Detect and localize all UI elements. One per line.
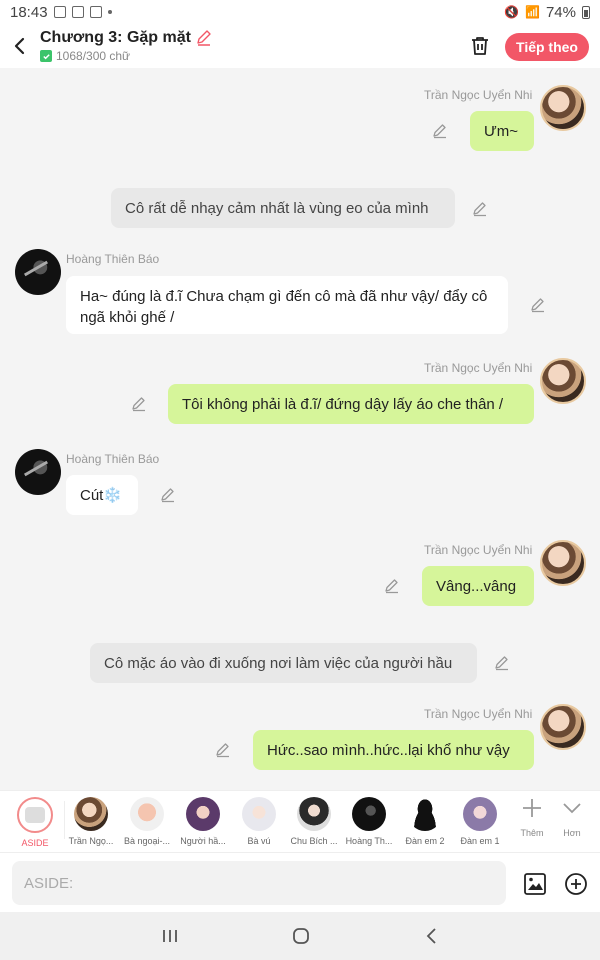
message-bubble[interactable]: Cút❄️ [66,475,138,515]
battery-icon [582,5,590,19]
mute-icon: 🔇 [504,5,520,19]
sender-name: Trần Ngọc Uyển Nhi [424,543,533,557]
character-item[interactable]: Người hầ... [175,797,231,846]
edit-message-icon[interactable] [472,201,488,217]
more-label: Hơn [563,828,581,838]
character-item[interactable]: Đàn em 2 [397,797,453,846]
message-bubble[interactable]: Vâng...vâng [422,566,534,606]
character-name: Hoàng Th... [345,836,393,846]
status-time: 18:43 [10,3,48,21]
app-notification-icon [89,6,102,18]
edit-message-icon[interactable] [131,396,147,412]
back-icon [426,928,436,944]
recent-apps-icon [163,930,177,942]
battery-level: 74% [545,3,576,21]
sender-name: Hoàng Thiên Báo [66,452,160,466]
edit-message-icon[interactable] [494,655,510,671]
character-item[interactable]: Đàn em 1 [452,797,508,846]
status-bar: 18:43 🔇 📶 74% [0,0,600,24]
home-icon [293,928,309,944]
add-character-button[interactable]: Thêm [512,797,552,838]
system-nav-bar [0,912,600,960]
recent-apps-button[interactable] [158,924,182,948]
avatar [186,797,220,831]
chevron-down-icon [563,803,581,814]
character-name: ASIDE [21,838,49,848]
character-item[interactable]: Trần Ngọ... [63,797,119,846]
character-name: Người hầ... [180,836,226,846]
edit-message-icon[interactable] [160,487,176,503]
next-button[interactable]: Tiếp theo [505,33,589,61]
character-item[interactable]: Bà vú [231,797,287,846]
image-icon [524,873,546,895]
character-item[interactable]: Chu Bích ... [286,797,342,846]
system-back-button[interactable] [420,924,444,948]
avatar [352,797,386,831]
character-name: Bà ngoại-... [123,836,171,846]
edit-title-icon[interactable] [195,29,213,47]
input-bar [0,852,600,912]
character-name: Chu Bích ... [290,836,338,846]
back-button[interactable] [0,24,40,68]
word-count: 1068/300 chữ [56,49,131,63]
chapter-header: Chương 3: Gặp mặt 1068/300 chữ Tiếp theo [0,24,600,68]
add-label: Thêm [520,828,544,838]
avatar [297,797,331,831]
sender-name: Trần Ngọc Uyển Nhi [424,707,533,721]
character-name: Đàn em 1 [460,836,500,846]
avatar[interactable] [540,85,586,131]
character-item[interactable]: Bà ngoại-... [119,797,175,846]
avatar[interactable] [540,540,586,586]
trash-icon [472,37,488,55]
avatar[interactable] [540,358,586,404]
aside-avatar [17,797,53,833]
character-name: Đàn em 2 [405,836,445,846]
chapter-title: Chương 3: Gặp mặt [40,29,191,46]
avatar [130,797,164,831]
character-item[interactable]: Hoàng Th... [341,797,397,846]
message-bubble[interactable]: Hức..sao mình..hức..lại khổ như vậy [253,730,534,770]
character-selector: ASIDE Trần Ngọ... Bà ngoại-... Người hầ.… [0,790,600,852]
avatar [463,797,497,831]
plus-icon [523,799,541,817]
home-button[interactable] [289,924,313,948]
avatar[interactable] [15,249,61,295]
chevron-left-icon [14,37,25,55]
avatar[interactable] [15,449,61,495]
add-content-button[interactable] [563,871,589,897]
edit-message-icon[interactable] [432,123,448,139]
insert-image-button[interactable] [522,871,548,897]
more-characters-button[interactable]: Hơn [552,797,592,838]
avatar [74,797,108,831]
more-notifications-icon [107,10,112,14]
gallery-icon [53,6,66,18]
aside-bubble[interactable]: Cô mặc áo vào đi xuống nơi làm việc của … [90,643,477,683]
aside-bubble[interactable]: Cô rất dễ nhạy cảm nhất là vùng eo của m… [111,188,455,228]
sender-name: Hoàng Thiên Báo [66,252,160,266]
avatar[interactable] [540,704,586,750]
avatar [408,797,442,831]
check-icon [40,50,52,62]
sender-name: Trần Ngọc Uyển Nhi [424,361,533,375]
edit-message-icon[interactable] [215,742,231,758]
edit-message-icon[interactable] [530,297,546,313]
edit-message-icon[interactable] [384,578,400,594]
sender-name: Trần Ngọc Uyển Nhi [424,88,533,102]
character-name: Bà vú [247,836,271,846]
youtube-icon [71,6,84,18]
wifi-icon: 📶 [525,5,540,19]
avatar [242,797,276,831]
message-bubble[interactable]: Tôi không phải là đ.ĩ/ đứng dậy lấy áo c… [168,384,534,424]
character-name: Trần Ngọ... [68,836,114,846]
message-input[interactable] [12,861,506,905]
message-bubble[interactable]: Ha~ đúng là đ.ĩ Chưa chạm gì đến cô mà đ… [66,276,508,334]
plus-circle-icon [565,873,587,895]
character-aside[interactable]: ASIDE [7,797,63,848]
chat-area[interactable]: Trần Ngọc Uyển Nhi Ưm~ Cô rất dễ nhạy cả… [0,68,600,790]
delete-button[interactable] [468,34,492,58]
message-bubble[interactable]: Ưm~ [470,111,534,151]
